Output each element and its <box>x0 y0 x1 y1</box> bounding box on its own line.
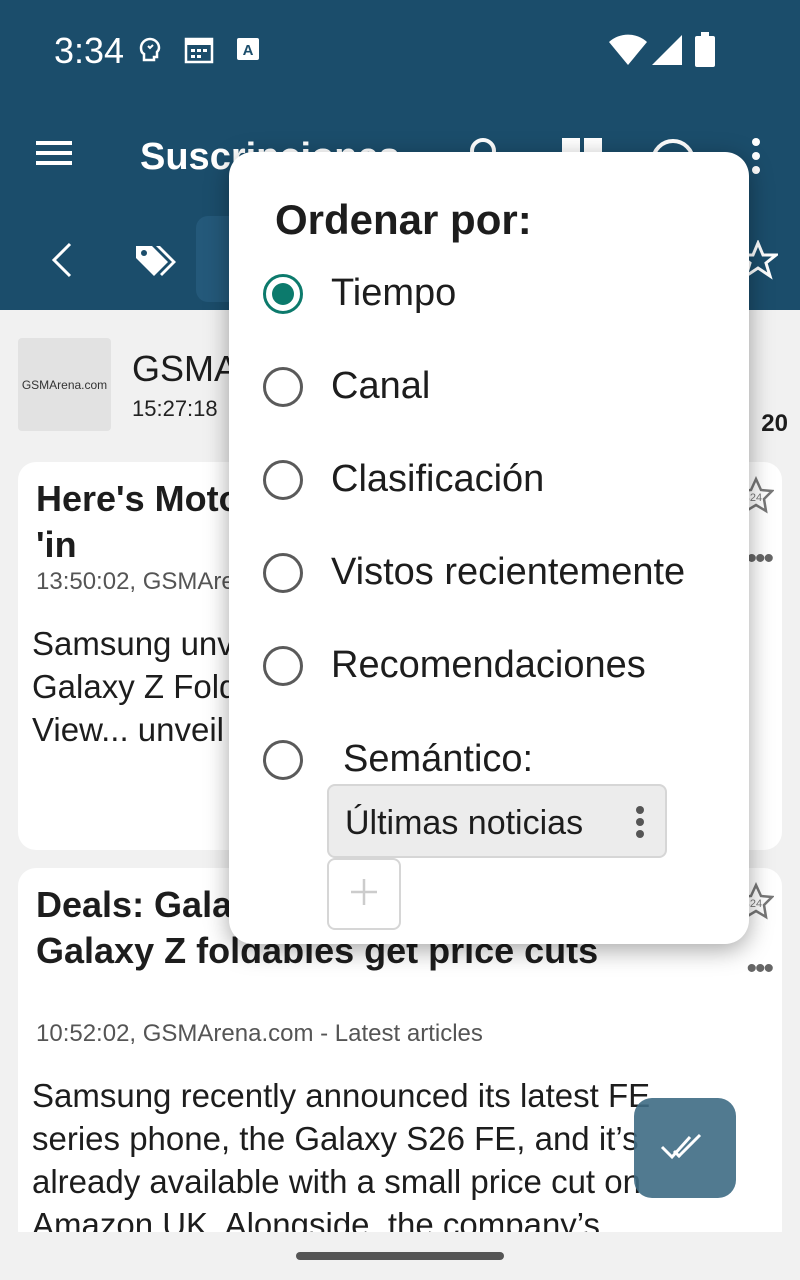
dialog-title: Ordenar por: <box>275 196 532 243</box>
translate-icon: A <box>236 36 260 67</box>
more-horiz-icon[interactable]: ••• <box>746 542 773 576</box>
radio-unselected[interactable] <box>263 367 303 407</box>
semantic-query-chip[interactable]: Últimas noticias <box>327 784 667 858</box>
semantic-query-text: Últimas noticias <box>345 804 584 842</box>
status-bar: 3:34 A <box>0 0 800 100</box>
sort-option-vistos[interactable]: Vistos recientemente <box>263 541 733 611</box>
sort-dialog: Ordenar por: Tiempo Canal Clasificación … <box>229 152 749 944</box>
signal-icon <box>650 34 684 71</box>
sort-option-recomendaciones[interactable]: Recomendaciones <box>263 634 733 704</box>
option-label: Clasificación <box>331 458 545 500</box>
sort-option-clasificacion[interactable]: Clasificación <box>263 448 733 518</box>
wifi-icon <box>608 34 648 71</box>
mark-all-read-button[interactable] <box>634 1098 736 1198</box>
chevron-left-icon[interactable] <box>50 242 74 283</box>
option-label: Tiempo <box>331 272 457 314</box>
option-label: Vistos recientemente <box>331 551 686 593</box>
option-label: Semántico: <box>343 738 534 780</box>
feed-logo: GSMArena.com <box>18 338 111 431</box>
battery-icon <box>694 32 716 73</box>
article-meta: 10:52:02, GSMArena.com - Latest articles <box>36 1020 483 1047</box>
radio-unselected[interactable] <box>263 460 303 500</box>
svg-text:A: A <box>243 42 254 59</box>
sort-option-canal[interactable]: Canal <box>263 355 733 425</box>
sort-option-tiempo[interactable]: Tiempo <box>263 262 733 332</box>
menu-icon[interactable] <box>34 138 74 173</box>
radio-unselected[interactable] <box>263 646 303 686</box>
svg-text:24: 24 <box>750 898 762 910</box>
feed-time: 15:27:18 <box>132 396 218 421</box>
option-label: Canal <box>331 365 431 407</box>
more-horiz-icon[interactable]: ••• <box>746 952 773 986</box>
calendar-icon <box>184 36 214 69</box>
unread-count: 20 <box>761 410 788 437</box>
status-time: 3:34 <box>54 30 125 71</box>
tags-icon[interactable] <box>134 242 178 283</box>
radio-unselected[interactable] <box>263 553 303 593</box>
radio-unselected[interactable] <box>263 740 303 780</box>
more-vert-icon[interactable] <box>635 804 645 845</box>
article-body: Samsung recently announced its latest FE… <box>32 1077 651 1232</box>
svg-text:24: 24 <box>750 492 762 504</box>
option-label: Recomendaciones <box>331 644 646 686</box>
add-icon <box>349 877 379 912</box>
radio-selected[interactable] <box>263 274 303 314</box>
more-vert-icon[interactable] <box>748 136 764 181</box>
done-all-icon <box>660 1129 710 1168</box>
gesture-nav-handle[interactable] <box>296 1252 504 1260</box>
add-semantic-button[interactable] <box>327 858 401 930</box>
assistant-icon <box>136 36 164 71</box>
